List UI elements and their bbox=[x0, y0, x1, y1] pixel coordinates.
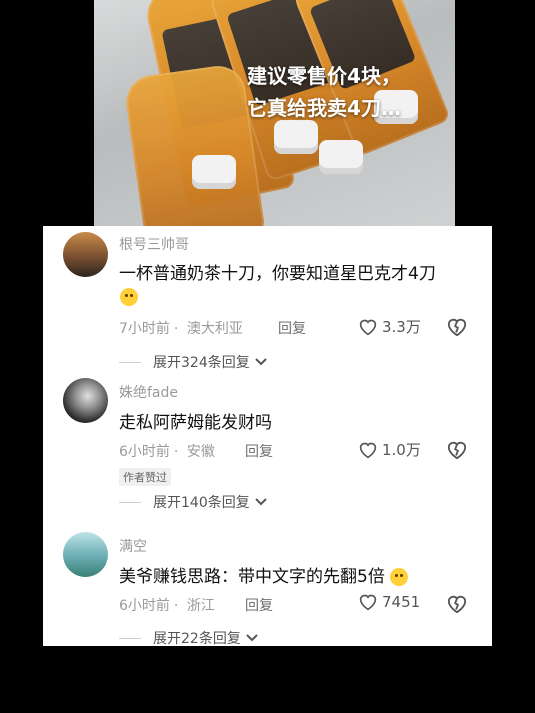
like-count: 1.0万 bbox=[382, 441, 421, 459]
avatar[interactable] bbox=[63, 232, 108, 277]
comment-username[interactable]: 满空 bbox=[119, 536, 147, 556]
expand-replies-button[interactable]: 展开22条回复 bbox=[119, 628, 259, 646]
bottle-cap bbox=[192, 155, 236, 189]
comment-time: 6小时前 bbox=[119, 598, 170, 614]
heart-icon bbox=[359, 319, 377, 335]
reply-button[interactable]: 回复 bbox=[245, 441, 273, 461]
video-frame[interactable]: 建议零售价4块， 它真给我卖4刀… bbox=[94, 0, 455, 226]
comment-meta: 7小时前 · 澳大利亚 bbox=[119, 318, 247, 338]
divider-line bbox=[119, 637, 141, 639]
comment-location: 浙江 bbox=[186, 598, 215, 614]
like-count: 3.3万 bbox=[382, 318, 421, 336]
expand-replies-label: 展开140条回复 bbox=[153, 495, 250, 511]
pleading-face-icon bbox=[120, 288, 138, 306]
chevron-down-icon bbox=[246, 634, 258, 642]
chevron-down-icon bbox=[255, 358, 267, 366]
comment-time: 6小时前 bbox=[119, 444, 170, 460]
expand-replies-button[interactable]: 展开140条回复 bbox=[119, 492, 268, 512]
comment-time: 7小时前 bbox=[119, 321, 170, 337]
expand-replies-label: 展开22条回复 bbox=[153, 631, 241, 646]
like-button[interactable]: 7451 bbox=[358, 593, 420, 611]
heart-icon bbox=[359, 442, 377, 458]
comment-text-content: 一杯普通奶茶十刀，你要知道星巴克才4刀 bbox=[119, 264, 436, 284]
like-count: 7451 bbox=[382, 593, 421, 611]
comment-location: 澳大利亚 bbox=[186, 321, 243, 337]
bottle-cap bbox=[319, 140, 363, 174]
comment-username[interactable]: 姝绝fade bbox=[119, 382, 178, 402]
like-button[interactable]: 1.0万 bbox=[358, 439, 421, 460]
comment-meta: 6小时前 · 安徽 bbox=[119, 441, 219, 461]
divider-line bbox=[119, 501, 141, 503]
reply-button[interactable]: 回复 bbox=[245, 595, 273, 615]
comment-location: 安徽 bbox=[186, 444, 215, 460]
expand-replies-label: 展开324条回复 bbox=[153, 355, 250, 371]
divider-line bbox=[119, 361, 141, 363]
video-caption-line1: 建议零售价4块， bbox=[247, 64, 401, 88]
chevron-down-icon bbox=[255, 498, 267, 506]
like-button[interactable]: 3.3万 bbox=[358, 316, 421, 337]
broken-heart-icon[interactable] bbox=[446, 317, 468, 337]
comment-text-content: 美爷赚钱思路：带中文字的先翻5倍 bbox=[119, 567, 385, 587]
comment-text[interactable]: 美爷赚钱思路：带中文字的先翻5倍 bbox=[119, 562, 409, 587]
comment-text[interactable]: 走私阿萨姆能发财吗 bbox=[119, 408, 272, 433]
avatar[interactable] bbox=[63, 532, 108, 577]
comment-username[interactable]: 根号三帅哥 bbox=[119, 234, 189, 254]
comment-meta: 6小时前 · 浙江 bbox=[119, 595, 219, 615]
meta-separator: · bbox=[173, 598, 179, 614]
comment-text-content: 走私阿萨姆能发财吗 bbox=[119, 413, 272, 433]
avatar[interactable] bbox=[63, 378, 108, 423]
expand-replies-button[interactable]: 展开324条回复 bbox=[119, 352, 268, 372]
heart-icon bbox=[359, 594, 377, 611]
reply-button[interactable]: 回复 bbox=[278, 318, 306, 338]
author-liked-badge: 作者赞过 bbox=[119, 468, 171, 486]
comments-panel: 根号三帅哥 一杯普通奶茶十刀，你要知道星巴克才4刀 7小时前 · 澳大利亚 回复 … bbox=[43, 226, 492, 646]
video-caption-line2: 它真给我卖4刀… bbox=[247, 96, 401, 120]
comment-text[interactable]: 一杯普通奶茶十刀，你要知道星巴克才4刀 bbox=[119, 259, 436, 284]
meta-separator: · bbox=[173, 444, 179, 460]
broken-heart-icon[interactable] bbox=[446, 594, 468, 614]
pleading-face-icon bbox=[390, 568, 409, 586]
meta-separator: · bbox=[173, 321, 179, 337]
broken-heart-icon[interactable] bbox=[446, 440, 468, 460]
bottle-cap bbox=[274, 120, 318, 154]
